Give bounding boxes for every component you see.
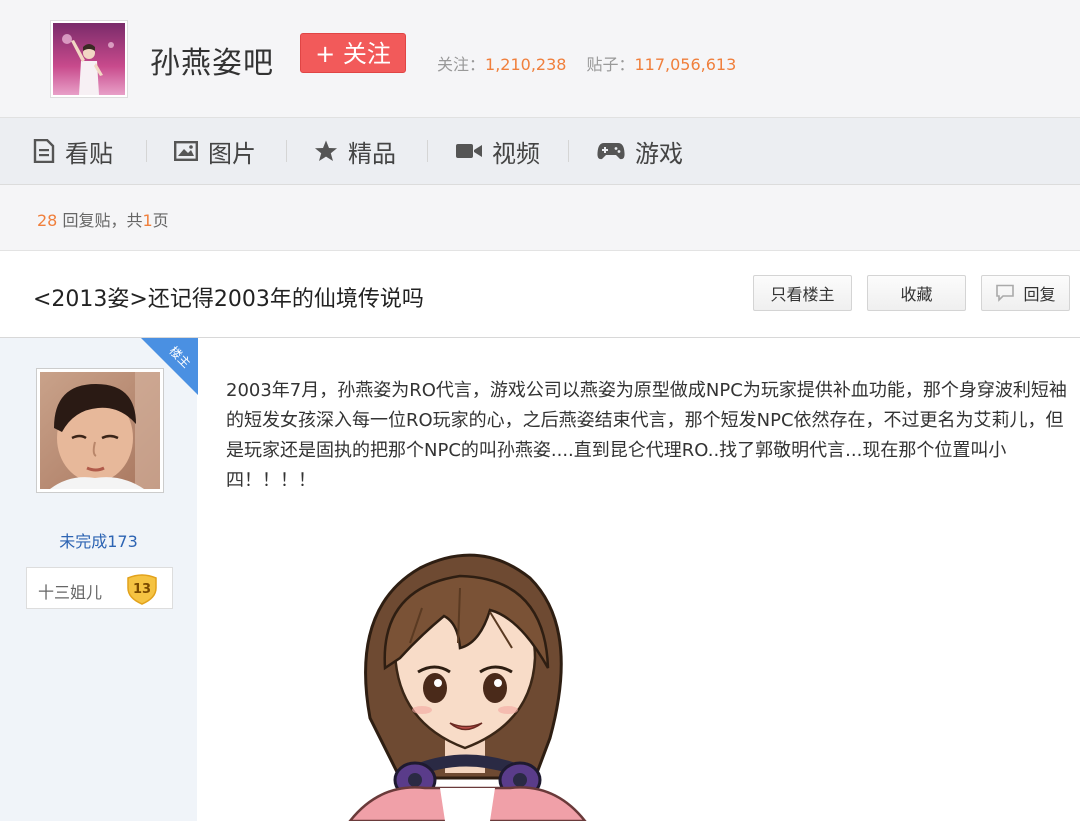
tab-games[interactable]: 游戏 bbox=[597, 118, 683, 184]
tab-featured[interactable]: 精品 bbox=[314, 118, 396, 184]
member-title: 十三姐儿 bbox=[38, 583, 103, 602]
forum-nav: 看贴 图片 精品 视频 游戏 bbox=[0, 118, 1080, 185]
reply-count: 28 bbox=[37, 211, 58, 230]
level-number: 13 bbox=[133, 582, 151, 597]
page-count: 1 bbox=[142, 211, 153, 230]
followers-label: 关注： bbox=[437, 55, 486, 74]
posts-label: 贴子： bbox=[586, 55, 635, 74]
tab-games-label: 游戏 bbox=[635, 139, 683, 168]
tab-videos-label: 视频 bbox=[492, 139, 540, 168]
image-icon bbox=[174, 141, 198, 161]
forum-stats: 关注：1,210,238 贴子：117,056,613 bbox=[437, 51, 736, 75]
thread-title: <2013姿>还记得2003年的仙境传说吗 bbox=[33, 287, 424, 312]
only-op-button[interactable]: 只看楼主 bbox=[753, 275, 852, 311]
thread-title-row: <2013姿>还记得2003年的仙境传说吗 只看楼主 收藏 回复 bbox=[0, 251, 1080, 338]
member-badge[interactable]: 十三姐儿 13 bbox=[26, 567, 173, 609]
forum-header: 孙燕姿吧 + 关注 关注：1,210,238 贴子：117,056,613 bbox=[0, 0, 1080, 118]
document-icon bbox=[33, 139, 55, 163]
author-sidebar: 未完成173 十三姐儿 13 bbox=[0, 338, 197, 821]
level-badge-icon: 13 bbox=[127, 574, 157, 605]
reply-summary: 28 回复贴，共1页 bbox=[37, 207, 169, 231]
follow-button[interactable]: + 关注 bbox=[300, 33, 406, 73]
page-count-suffix: 页 bbox=[152, 211, 169, 230]
tab-posts-label: 看贴 bbox=[65, 139, 113, 168]
comment-icon bbox=[996, 284, 1015, 302]
reply-count-bar: 28 回复贴，共1页 bbox=[0, 185, 1080, 251]
reply-button[interactable]: 回复 bbox=[981, 275, 1070, 311]
video-icon bbox=[456, 144, 482, 158]
tab-featured-label: 精品 bbox=[348, 139, 396, 168]
tab-posts[interactable]: 看贴 bbox=[33, 118, 113, 184]
posts-count: 117,056,613 bbox=[634, 55, 737, 74]
author-username[interactable]: 未完成173 bbox=[0, 528, 197, 552]
reply-button-label: 回复 bbox=[1023, 285, 1056, 304]
forum-name[interactable]: 孙燕姿吧 bbox=[150, 38, 274, 82]
gamepad-icon bbox=[597, 143, 625, 160]
favorite-button[interactable]: 收藏 bbox=[867, 275, 966, 311]
star-icon bbox=[315, 140, 337, 161]
reply-count-suffix: 回复贴，共 bbox=[57, 211, 143, 230]
followers-count: 1,210,238 bbox=[485, 55, 567, 74]
post-content: 2003年7月，孙燕姿为RO代言，游戏公司以燕姿为原型做成NPC为玩家提供补血功… bbox=[226, 380, 1067, 491]
npc-illustration bbox=[340, 548, 600, 825]
tab-images[interactable]: 图片 bbox=[174, 118, 256, 184]
forum-avatar[interactable] bbox=[50, 20, 128, 98]
tab-images-label: 图片 bbox=[208, 139, 256, 168]
tab-videos[interactable]: 视频 bbox=[456, 118, 540, 184]
op-ribbon: 楼主 bbox=[141, 338, 198, 395]
